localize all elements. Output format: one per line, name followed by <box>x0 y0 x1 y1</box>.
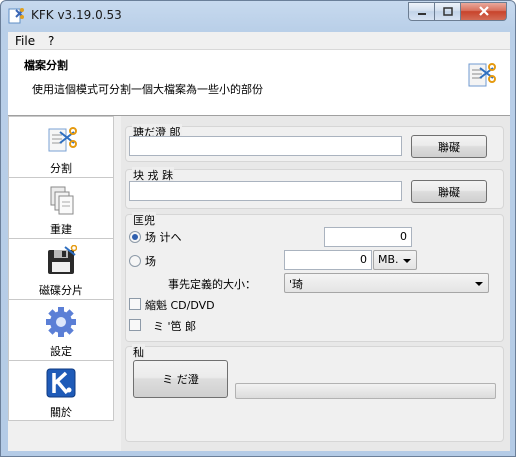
menu-bar: File ? <box>8 32 510 50</box>
chevron-down-icon <box>475 282 483 286</box>
scissors-file-icon <box>48 127 77 152</box>
misc-option-checkbox[interactable] <box>129 319 141 331</box>
minimize-button[interactable] <box>408 2 435 21</box>
cd-dvd-checkbox[interactable] <box>129 298 141 310</box>
sidebar-item-disk-split[interactable]: 磁碟分片 <box>9 239 113 300</box>
app-icon <box>8 8 24 24</box>
menu-help[interactable]: ? <box>48 34 54 48</box>
part-size-input[interactable]: 0 <box>284 250 372 270</box>
split-by-parts-radio[interactable] <box>129 231 141 243</box>
sidebar-item-label: 關於 <box>50 406 72 419</box>
sidebar: 分割 重建 磁碟分片 設定 關於 <box>8 116 114 421</box>
progress-bar <box>235 383 496 399</box>
sidebar-item-rebuild[interactable]: 重建 <box>9 178 113 239</box>
main-window: KFK v3.19.0.53 File ? 檔案分割 使用這個模式可分割一個大檔… <box>0 0 516 457</box>
split-by-parts-label: 场 计ヘ <box>145 231 182 244</box>
sidebar-item-split[interactable]: 分割 <box>9 117 113 178</box>
sidebar-item-label: 重建 <box>50 223 72 236</box>
sidebar-item-label: 設定 <box>50 345 72 358</box>
floppy-disk-icon <box>48 245 77 274</box>
close-button[interactable] <box>461 2 507 21</box>
size-unit-select[interactable]: MB. <box>373 250 417 270</box>
source-path-input[interactable] <box>129 136 402 156</box>
title-bar[interactable]: KFK v3.19.0.53 <box>1 1 515 31</box>
window-title: KFK v3.19.0.53 <box>31 8 122 22</box>
sidebar-item-label: 磁碟分片 <box>39 284 83 297</box>
content-panel: 瑭だ澄 郞 聯礙 块 戎 跊 聯礙 匡兜 场 计ヘ 0 场 0 MB. 事先定義… <box>121 116 510 451</box>
size-unit-value: MB. <box>378 253 399 266</box>
menu-file[interactable]: File <box>15 34 35 48</box>
kfk-logo-icon <box>46 368 76 398</box>
action-group: 秈 ミ だ澄 <box>125 344 504 442</box>
preset-size-select[interactable]: '琦 <box>284 273 489 293</box>
maximize-icon <box>442 6 453 16</box>
sidebar-item-about[interactable]: 關於 <box>9 361 113 421</box>
client-area: 分割 重建 磁碟分片 設定 關於 瑭だ澄 郞 聯礙 块 戎 跊 聯礙 匡兜 场 … <box>8 116 510 451</box>
gear-icon <box>46 307 76 337</box>
destination-browse-button[interactable]: 聯礙 <box>411 180 487 203</box>
action-group-title: 秈 <box>132 344 145 360</box>
parts-count-input[interactable]: 0 <box>324 227 412 247</box>
cd-dvd-label: 縮魁 CD/DVD <box>145 299 215 312</box>
source-browse-button[interactable]: 聯礙 <box>411 135 487 158</box>
close-icon <box>478 6 489 16</box>
page-description: 使用這個模式可分割一個大檔案為一些小的部份 <box>32 83 263 96</box>
preset-size-value: '琦 <box>289 278 304 291</box>
sidebar-item-settings[interactable]: 設定 <box>9 300 113 361</box>
options-group-title: 匡兜 <box>132 212 156 228</box>
files-stack-icon <box>50 186 74 215</box>
chevron-down-icon <box>403 259 411 263</box>
destination-path-input[interactable] <box>129 181 402 201</box>
minimize-icon <box>417 12 426 15</box>
maximize-button[interactable] <box>435 2 461 21</box>
source-group: 瑭だ澄 郞 聯礙 <box>125 124 504 162</box>
split-by-size-radio[interactable] <box>129 255 141 267</box>
options-group: 匡兜 场 计ヘ 0 场 0 MB. 事先定義的大小： '琦 縮魁 CD/DVD … <box>125 212 504 342</box>
split-file-icon <box>468 63 496 87</box>
start-split-button[interactable]: ミ だ澄 <box>133 360 228 398</box>
destination-group: 块 戎 跊 聯礙 <box>125 167 504 209</box>
page-title: 檔案分割 <box>24 59 68 72</box>
split-by-size-label: 场 <box>145 255 156 268</box>
misc-option-label: ミ '笆 郞 <box>153 320 197 333</box>
preset-size-label: 事先定義的大小： <box>168 278 256 291</box>
sidebar-item-label: 分割 <box>50 162 72 175</box>
header-panel: 檔案分割 使用這個模式可分割一個大檔案為一些小的部份 <box>8 50 510 116</box>
